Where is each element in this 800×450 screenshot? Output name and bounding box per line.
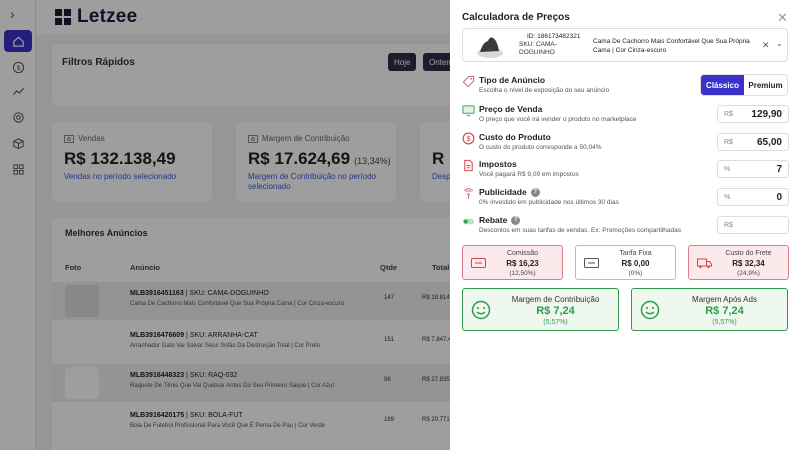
advertising-desc: 0% investido em publicidade nos últimos … xyxy=(479,199,619,206)
rebate-input[interactable]: R$ xyxy=(717,216,789,234)
tag-icon xyxy=(462,75,475,88)
rebate-row: Rebate? Descontos em suas tarifas de ven… xyxy=(462,214,789,240)
help-icon[interactable]: ? xyxy=(511,215,521,225)
ad-type-option-classic[interactable]: Clássico xyxy=(701,75,744,95)
fee-card-commission: Comissão R$ 16,23 (12,50%) xyxy=(462,245,563,280)
sale-price-label: Preço de Venda xyxy=(479,104,543,114)
currency-prefix: R$ xyxy=(724,222,733,229)
ad-type-label: Tipo de Anúncio xyxy=(479,75,546,85)
price-calculator-drawer: Calculadora de Preços ✕ ID: 186173482321… xyxy=(450,0,800,450)
percent-prefix: % xyxy=(724,166,731,173)
fee-card-shipping: Custo do Frete R$ 32,34 (24,9%) xyxy=(688,245,789,280)
product-cost-desc: O custo do produto corresponde a 50,04% xyxy=(479,144,602,151)
contribution-margin-card: Margem de Contribuição R$ 7,24 (5,57%) xyxy=(462,288,619,331)
dollar-circle-icon: $ xyxy=(462,132,475,145)
advertising-value: 0 xyxy=(776,192,782,203)
broadcast-icon xyxy=(463,188,474,200)
svg-text:$: $ xyxy=(467,136,471,143)
ad-type-option-premium[interactable]: Premium xyxy=(744,75,787,95)
product-selector[interactable]: ID: 186173482321 SKU: CAMA-DOGUINHO Cama… xyxy=(462,28,788,62)
toggle-icon xyxy=(462,218,475,225)
rebate-label: Rebate? xyxy=(479,215,521,225)
currency-prefix: R$ xyxy=(724,111,733,118)
monitor-icon xyxy=(462,105,475,117)
product-cost-row: $ Custo do Produto O custo do produto co… xyxy=(462,131,789,157)
advertising-row: Publicidade? 0% investido em publicidade… xyxy=(462,186,789,212)
clear-selection-icon[interactable]: ✕ xyxy=(762,40,770,51)
ad-type-desc: Escolha o nível de exposição do seu anún… xyxy=(479,87,610,94)
close-icon[interactable]: ✕ xyxy=(777,10,788,26)
margin-after-ads-card: Margem Após Ads R$ 7,24 (5,57%) xyxy=(631,288,788,331)
product-image xyxy=(477,37,503,58)
taxes-label: Impostos xyxy=(479,159,517,169)
product-cost-input[interactable]: R$ 65,00 xyxy=(717,133,789,151)
percent-prefix: % xyxy=(724,194,731,201)
smiley-icon xyxy=(640,300,660,320)
sale-price-input[interactable]: R$ 129,90 xyxy=(717,105,789,123)
rebate-desc: Descontos em suas tarifas de vendas. Ex:… xyxy=(479,227,681,234)
help-icon[interactable]: ? xyxy=(530,187,540,197)
ad-type-toggle: Clássico Premium xyxy=(700,74,788,96)
taxes-input[interactable]: % 7 xyxy=(717,160,789,178)
taxes-row: Impostos Você pagará R$ 9,09 em impostos… xyxy=(462,158,789,184)
product-cost-label: Custo do Produto xyxy=(479,132,551,142)
modal-backdrop[interactable] xyxy=(0,0,450,450)
product-cost-value: 65,00 xyxy=(756,137,782,148)
taxes-desc: Você pagará R$ 9,09 em impostos xyxy=(479,171,579,178)
advertising-label: Publicidade? xyxy=(479,187,540,197)
sale-price-value: 129,90 xyxy=(751,109,782,120)
advertising-input[interactable]: % 0 xyxy=(717,188,789,206)
document-icon xyxy=(464,159,473,172)
product-sku: SKU: CAMA-DOGUINHO xyxy=(519,41,557,56)
smiley-icon xyxy=(471,300,491,320)
fee-card-fixed-rate: Tarifa Fixa R$ 0,00 (0%) xyxy=(575,245,676,280)
drawer-title: Calculadora de Preços xyxy=(462,12,570,23)
chevron-down-icon[interactable]: ⌄ xyxy=(776,39,783,48)
currency-prefix: R$ xyxy=(724,139,733,146)
product-name: Cama De Cachorro Mais Confortável Que Su… xyxy=(593,38,750,54)
taxes-value: 7 xyxy=(776,164,782,175)
product-id: ID: 186173482321 xyxy=(527,33,581,40)
sale-price-desc: O preço que você irá vender o produto no… xyxy=(479,116,637,123)
sale-price-row: Preço de Venda O preço que você irá vend… xyxy=(462,103,789,129)
